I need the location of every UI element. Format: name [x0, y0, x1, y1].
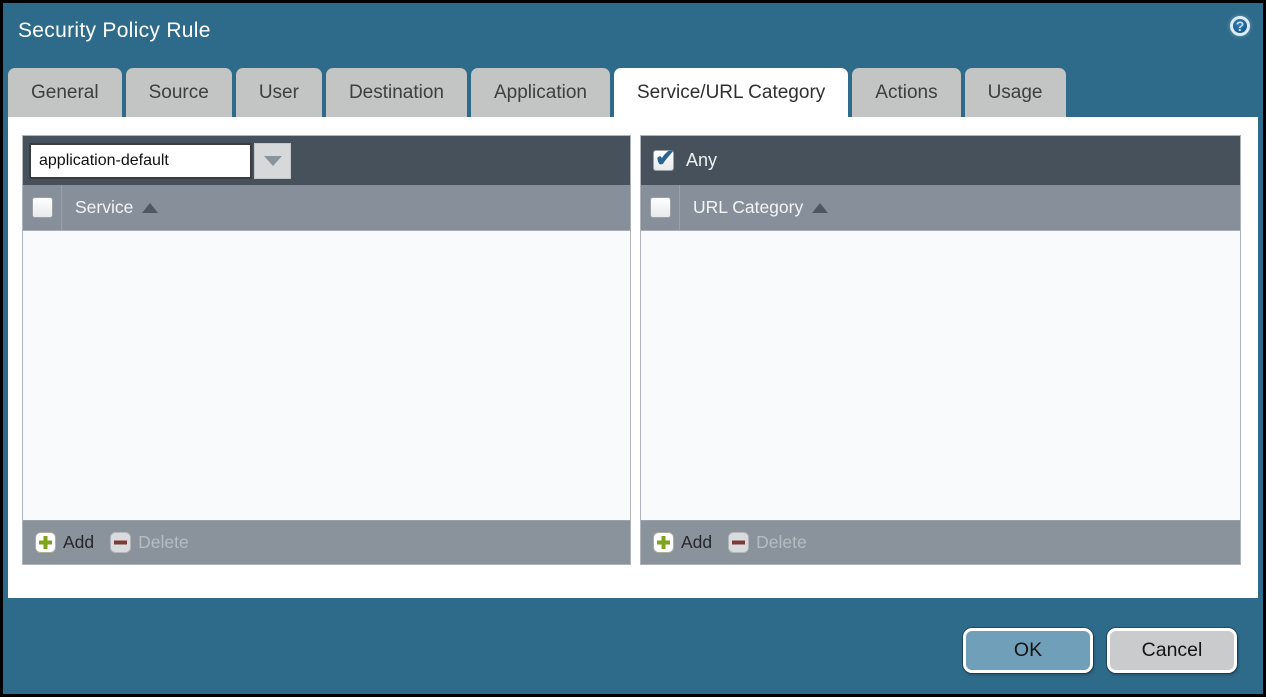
service-panel: Service Add Delete: [22, 135, 631, 565]
dialog-action-bar: OK Cancel: [963, 628, 1237, 673]
add-service-button[interactable]: Add: [35, 532, 94, 553]
security-policy-rule-dialog: { "window": { "title": "Security Policy …: [0, 0, 1266, 697]
url-category-list: [641, 231, 1240, 520]
any-checkbox-label: Any: [686, 150, 717, 171]
service-select-all-checkbox[interactable]: [32, 197, 53, 218]
delete-url-category-button[interactable]: Delete: [728, 532, 807, 553]
service-list: [23, 231, 630, 520]
ok-button[interactable]: OK: [963, 628, 1093, 673]
tab-source[interactable]: Source: [126, 68, 232, 117]
tab-service-url-category[interactable]: Service/URL Category: [614, 68, 848, 117]
tab-actions[interactable]: Actions: [852, 68, 960, 117]
tab-user[interactable]: User: [236, 68, 322, 117]
plus-icon: [35, 532, 56, 553]
url-category-footer-bar: Add Delete: [641, 520, 1240, 564]
service-type-dropdown-button[interactable]: [254, 143, 291, 179]
any-checkbox[interactable]: [653, 150, 674, 171]
minus-icon: [728, 532, 749, 553]
plus-icon: [653, 532, 674, 553]
tab-application[interactable]: Application: [471, 68, 610, 117]
minus-icon: [110, 532, 131, 553]
url-category-panel: Any URL Category Add: [640, 135, 1241, 565]
sort-ascending-icon: [812, 203, 828, 213]
url-category-column-header[interactable]: URL Category: [693, 197, 803, 218]
sort-ascending-icon: [142, 203, 158, 213]
url-category-select-all-checkbox[interactable]: [650, 197, 671, 218]
tab-strip: General Source User Destination Applicat…: [8, 68, 1066, 117]
page-title: Security Policy Rule: [18, 19, 211, 43]
tab-content-area: Service Add Delete: [8, 117, 1258, 598]
tab-general[interactable]: General: [8, 68, 122, 117]
service-toolbar: [23, 136, 630, 185]
service-type-input[interactable]: [29, 143, 252, 179]
service-footer-bar: Add Delete: [23, 520, 630, 564]
url-category-toolbar: Any: [641, 136, 1240, 185]
add-url-category-button[interactable]: Add: [653, 532, 712, 553]
service-column-header[interactable]: Service: [75, 197, 133, 218]
tab-destination[interactable]: Destination: [326, 68, 467, 117]
delete-service-button[interactable]: Delete: [110, 532, 189, 553]
help-icon[interactable]: ?: [1230, 16, 1250, 36]
chevron-down-icon: [264, 156, 282, 166]
url-category-table-header: URL Category: [641, 185, 1240, 231]
service-table-header: Service: [23, 185, 630, 231]
tab-usage[interactable]: Usage: [965, 68, 1066, 117]
cancel-button[interactable]: Cancel: [1107, 628, 1237, 673]
